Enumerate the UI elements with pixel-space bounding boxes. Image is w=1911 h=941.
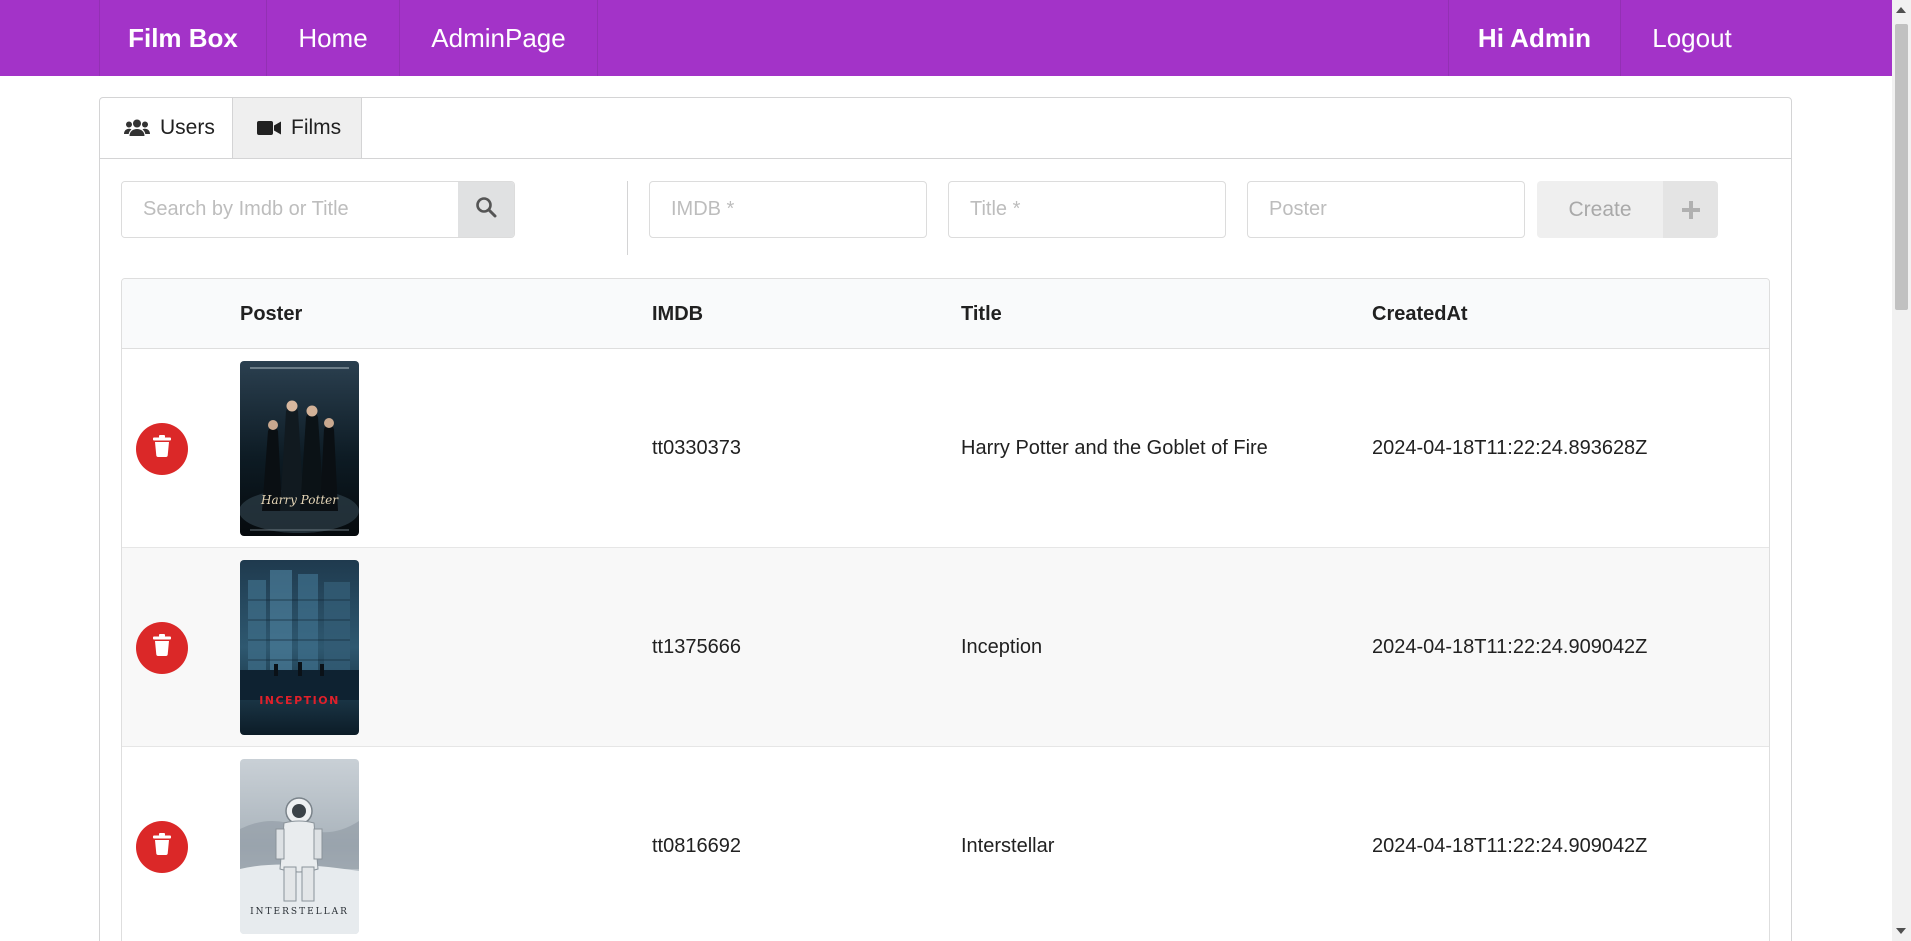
trash-icon — [152, 435, 172, 463]
nav-menu: Film Box Home AdminPage Hi Admin Logout — [99, 0, 1763, 76]
imdb-cell: tt0816692 — [652, 834, 741, 857]
poster-caption: INCEPTION — [259, 694, 340, 707]
video-camera-icon — [257, 120, 281, 136]
poster-image: INTERSTELLAR — [240, 759, 359, 934]
delete-button[interactable] — [136, 622, 188, 674]
poster-image: INCEPTION — [240, 560, 359, 735]
column-header-title: Title — [961, 302, 1002, 325]
home-link[interactable]: Home — [267, 0, 400, 76]
tab-users-label: Users — [160, 116, 215, 139]
table-header: Poster IMDB Title CreatedAt — [122, 279, 1769, 349]
column-header-poster: Poster — [240, 302, 303, 325]
create-button[interactable]: Create — [1537, 181, 1718, 238]
logout-link[interactable]: Logout — [1621, 0, 1763, 76]
delete-button[interactable] — [136, 423, 188, 475]
tab-bar: Users Films — [100, 98, 1791, 159]
scroll-down-arrow-icon[interactable] — [1896, 928, 1906, 934]
users-icon — [124, 119, 150, 137]
poster-caption: Harry Potter — [261, 493, 338, 507]
delete-button[interactable] — [136, 821, 188, 873]
scroll-thumb[interactable] — [1895, 24, 1908, 310]
search-box — [121, 181, 515, 238]
brand-link[interactable]: Film Box — [99, 0, 267, 76]
vertical-divider — [627, 181, 628, 255]
table-row: INTERSTELLAR tt0816692 Interstellar 2024… — [122, 747, 1769, 941]
created-at-cell: 2024-04-18T11:22:24.909042Z — [1372, 834, 1648, 857]
imdb-cell: tt0330373 — [652, 436, 741, 459]
greeting-label: Hi Admin — [1448, 0, 1621, 76]
admin-page-link[interactable]: AdminPage — [400, 0, 598, 76]
table-row: INCEPTION tt1375666 Inception 2024-04-18… — [122, 548, 1769, 747]
scroll-up-arrow-icon[interactable] — [1896, 7, 1906, 13]
title-cell: Interstellar — [961, 834, 1055, 857]
create-label: Create — [1537, 181, 1663, 238]
created-at-cell: 2024-04-18T11:22:24.909042Z — [1372, 635, 1648, 658]
app-page: Film Box Home AdminPage Hi Admin Logout — [0, 0, 1911, 941]
tab-films-label: Films — [291, 116, 342, 139]
created-at-cell: 2024-04-18T11:22:24.893628Z — [1372, 436, 1648, 459]
poster-image: Harry Potter — [240, 361, 359, 536]
trash-icon — [152, 634, 172, 662]
films-table: Poster IMDB Title CreatedAt Harry Potter… — [121, 278, 1770, 941]
title-field[interactable] — [948, 181, 1226, 238]
imdb-field[interactable] — [649, 181, 927, 238]
tab-users[interactable]: Users — [100, 98, 233, 158]
search-button[interactable] — [458, 182, 514, 237]
tab-films[interactable]: Films — [233, 98, 362, 158]
imdb-cell: tt1375666 — [652, 635, 741, 658]
column-header-created-at: CreatedAt — [1372, 302, 1468, 325]
trash-icon — [152, 833, 172, 861]
poster-caption: INTERSTELLAR — [250, 907, 349, 917]
nav-right-menu: Hi Admin Logout — [1448, 0, 1763, 76]
plus-icon — [1663, 181, 1718, 238]
page-scrollbar[interactable] — [1892, 0, 1911, 941]
title-cell: Inception — [961, 635, 1043, 658]
title-cell: Harry Potter and the Goblet of Fire — [961, 436, 1268, 459]
column-header-imdb: IMDB — [652, 302, 704, 325]
table-row: Harry Potter tt0330373 Harry Potter and … — [122, 349, 1769, 548]
poster-field[interactable] — [1247, 181, 1525, 238]
top-nav: Film Box Home AdminPage Hi Admin Logout — [0, 0, 1892, 76]
admin-panel: Users Films Search by Imdb or Title IMDB… — [99, 97, 1792, 941]
search-input[interactable] — [122, 182, 458, 237]
search-icon — [475, 196, 497, 223]
